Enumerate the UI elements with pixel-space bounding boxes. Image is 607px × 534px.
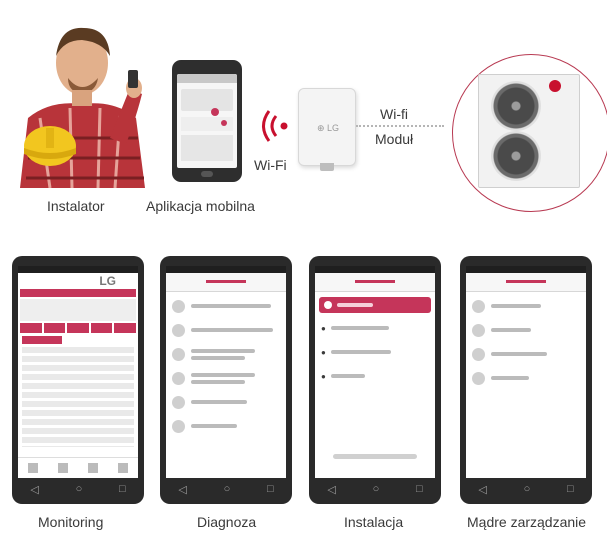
phone-monitoring: LG ◁ ○ □ [12,256,144,504]
monitoring-table [22,347,134,447]
installer-photo [10,8,155,189]
monitoring-screen: LG [18,266,138,478]
connection-line [356,125,444,127]
back-nav-icon[interactable]: ◁ [30,483,38,496]
phone-diagnosis: ◁ ○ □ [160,256,292,504]
caption-management: Mądre zarządzanie [467,514,587,530]
management-screen [466,266,586,478]
caption-diagnosis: Diagnoza [197,514,257,530]
wifi-module-label-line2: Moduł [375,131,414,147]
back-nav-icon[interactable]: ◁ [478,483,486,496]
caption-installer: Instalator [47,198,105,214]
outdoor-unit-icon [478,74,580,188]
back-nav-icon[interactable]: ◁ [178,483,186,496]
caption-mobile-app: Aplikacja mobilna [146,198,255,214]
tablet-screen [177,74,237,168]
home-nav-icon[interactable]: ○ [224,483,231,495]
wifi-signal-label: Wi-Fi [254,157,287,173]
monitoring-logo: LG [99,274,116,288]
wifi-module-label-line1: Wi-fi [380,106,408,122]
fan-bottom-icon [491,131,541,181]
tablet-icon [172,60,242,182]
installation-screen: ● ● ● [315,266,435,478]
wifi-module-icon: ⊕ LG [298,88,356,171]
fan-top-icon [491,81,541,131]
home-nav-icon[interactable]: ○ [373,483,380,495]
caption-monitoring: Monitoring [38,514,104,530]
lg-logo-icon [549,80,561,92]
home-nav-icon[interactable]: ○ [524,483,531,495]
recent-nav-icon[interactable]: □ [416,483,423,495]
recent-nav-icon[interactable]: □ [119,483,126,495]
recent-nav-icon[interactable]: □ [567,483,574,495]
phone-management: ◁ ○ □ [460,256,592,504]
wifi-signal-icon [256,108,292,149]
recent-nav-icon[interactable]: □ [267,483,274,495]
installation-selected-item[interactable] [319,297,431,313]
home-nav-icon[interactable]: ○ [76,483,83,495]
back-nav-icon[interactable]: ◁ [327,483,335,496]
diagnosis-screen [166,266,286,478]
caption-installation: Instalacja [344,514,404,530]
phone-installation: ● ● ● ◁ ○ □ [309,256,441,504]
